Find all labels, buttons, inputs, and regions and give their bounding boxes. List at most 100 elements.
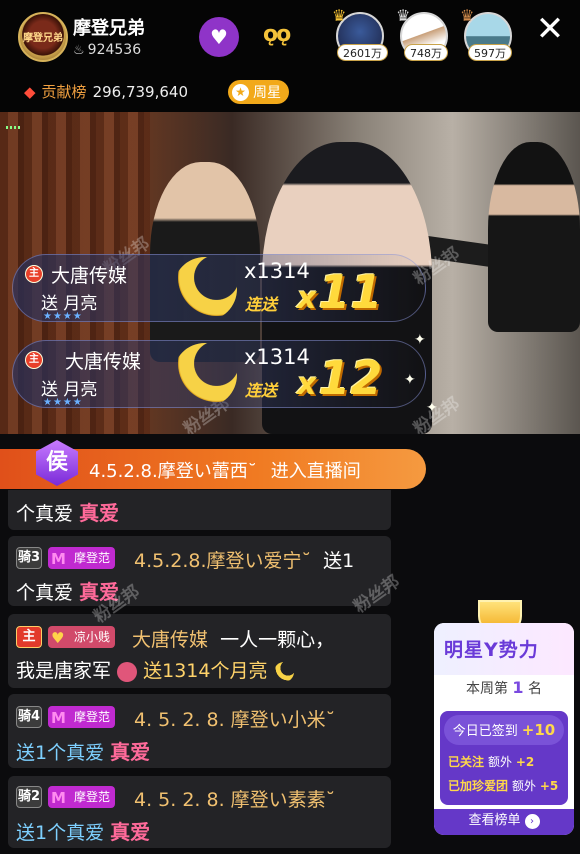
card-title: 明星Y势力: [444, 639, 539, 661]
knight-level-badge: 骑3: [16, 547, 42, 569]
follow-bonus: 已关注 额外 +2: [448, 753, 538, 770]
combo-number: 11: [318, 265, 383, 319]
fan-club-name: 凉小贱: [74, 630, 111, 644]
rating-stars: ★★★★: [43, 311, 83, 322]
fan-club-badge: M 摩登范: [48, 706, 116, 728]
club-bonus: 已加珍爱团 额外 +5: [448, 777, 562, 794]
fan-club-name: 摩登范: [74, 790, 111, 804]
task-box: 今日已签到 +10 已关注 额外 +2 已加珍爱团 额外 +5: [440, 711, 568, 805]
knight-level-badge: 骑2: [16, 786, 42, 808]
gift-sender[interactable]: 大唐传媒: [65, 347, 141, 374]
combo-x: x: [297, 281, 317, 316]
viewers-icon[interactable]: ǫǫ: [263, 22, 303, 54]
chat-line: 送1个真爱 真爱: [16, 736, 150, 765]
true-love-gift-icon: 真爱: [110, 740, 151, 764]
entrance-user[interactable]: 4.5.2.8.摩登い蕾西˘: [89, 461, 257, 482]
gift-banner: 主 大唐传媒 送 月亮 ★★★★ x1314 连送 x11: [12, 254, 426, 322]
gift-banner: 主 大唐传媒 送 月亮 ★★★★ x1314 连送 x12: [12, 340, 426, 408]
host-avatar[interactable]: 摩登兄弟: [18, 12, 68, 62]
contribution-board[interactable]: ◆ 贡献榜 296,739,640: [24, 81, 188, 102]
combo-count: x11: [297, 269, 382, 315]
user-level-badge: 主: [25, 351, 43, 369]
flame-icon: ♨: [73, 43, 85, 58]
chat-username[interactable]: 4.5.2.8.摩登い爱宁˘: [134, 550, 311, 572]
host-name[interactable]: 摩登兄弟: [73, 14, 145, 40]
top-viewer-count-2: 748万: [404, 44, 448, 61]
chat-line: 送1个真爱 真爱: [16, 816, 150, 845]
combo-label: 连送: [245, 381, 278, 400]
chat-action: 送1314个月亮: [143, 660, 268, 682]
diamond-icon: ◆: [24, 83, 36, 101]
chat-line: 4.5.2.8.摩登い爱宁˘ 送1: [134, 546, 354, 573]
checkin-label: 今日已签到: [452, 724, 518, 739]
top-viewer-count-3: 597万: [468, 44, 512, 61]
combo-number: 12: [318, 351, 383, 405]
weekly-rank: 本周第 1 名: [434, 678, 574, 698]
top-viewer-count-1: 2601万: [337, 44, 388, 61]
follow-label: 已关注: [448, 755, 485, 769]
chat-text: 个真爱: [16, 582, 74, 604]
moon-gift-icon: [173, 257, 237, 321]
combo-label: 连送: [245, 295, 278, 314]
fan-club-name: 摩登范: [74, 710, 111, 724]
chat-username[interactable]: 大唐传媒: [132, 629, 208, 651]
chat-message: 主 ♥ 凉小贱 大唐传媒 一人一颗心， 我是唐家军 送1314个月亮: [8, 614, 391, 688]
star-power-card[interactable]: 明星Y势力 本周第 1 名 今日已签到 +10 已关注 额外 +2 已加珍爱团 额外 …: [434, 623, 574, 835]
knight-level-badge: 骑4: [16, 706, 42, 728]
user-level-badge: 主: [25, 265, 43, 283]
signal-dots: [6, 126, 20, 129]
m-icon: M: [51, 709, 66, 727]
checkin-bonus: +10: [521, 721, 556, 739]
m-icon: M: [51, 550, 66, 568]
chat-username[interactable]: 4. 5. 2. 8. 摩登い素素˘: [134, 789, 335, 811]
sparkle-icon: ✦: [426, 400, 438, 416]
contribution-label: 贡献榜: [41, 83, 87, 101]
chat-message: 骑3 M 摩登范 4.5.2.8.摩登い爱宁˘ 送1 个真爱 真爱: [8, 536, 391, 606]
rating-stars: ★★★★: [43, 397, 83, 408]
crown-icon: ♛: [396, 6, 411, 25]
chat-text: 送1个真爱: [16, 742, 105, 764]
chat-line: 4. 5. 2. 8. 摩登い素素˘: [134, 785, 335, 812]
chat-text: 我是唐家军: [16, 660, 112, 682]
contribution-value: 296,739,640: [92, 83, 188, 101]
fans-count-value: 924536: [87, 42, 142, 58]
sparkle-icon: ✦: [414, 332, 426, 348]
chat-message-text: 一人一颗心，: [220, 629, 335, 651]
chat-text: 个真爱: [16, 503, 74, 525]
fan-club-badge: M 摩登范: [48, 786, 116, 808]
rank-suffix: 名: [528, 681, 543, 697]
star-icon: ★: [232, 83, 249, 101]
chat-text: 送1个真爱: [16, 822, 105, 844]
gift-sender[interactable]: 大唐传媒: [51, 261, 127, 288]
chat-line: 个真爱 真爱: [16, 497, 119, 526]
club-bonus-value: +5: [539, 779, 559, 793]
chat-message: 个真爱 真爱: [8, 490, 391, 530]
fan-club-name: 摩登范: [74, 551, 111, 565]
weekly-star-label: 周星: [253, 85, 281, 101]
crown-icon: ♛: [332, 6, 347, 25]
rank-number: 1: [512, 678, 524, 697]
entrance-action: 进入直播间: [270, 461, 361, 482]
live-header: 摩登兄弟 摩登兄弟 ♨ 924536 ♥ ǫǫ ♛ 2601万 ♛ 748万 ♛ …: [0, 0, 580, 112]
emoji-icon: [117, 661, 138, 682]
close-button[interactable]: ✕: [533, 12, 567, 48]
chat-line: 4. 5. 2. 8. 摩登い小米˘: [134, 705, 335, 732]
performer-right: [488, 142, 580, 332]
view-ranking-label: 查看榜单: [468, 813, 521, 828]
combo-count: x12: [297, 355, 382, 401]
heart-wings-icon: ♥: [210, 25, 228, 49]
chat-action: 送1: [323, 550, 355, 572]
entrance-text: 4.5.2.8.摩登い蕾西˘ 进入直播间: [89, 457, 361, 483]
fans-count: ♨ 924536: [73, 42, 141, 58]
weekly-star-button[interactable]: ★ 周星: [228, 80, 289, 104]
view-ranking-button[interactable]: 查看榜单 ›: [434, 809, 574, 835]
checkin-status[interactable]: 今日已签到 +10: [444, 715, 564, 745]
moon-gift-icon: [173, 343, 237, 407]
combo-x: x: [297, 367, 317, 402]
club-label: 已加珍爱团: [448, 779, 509, 793]
rank-prefix: 本周第: [465, 681, 508, 697]
follow-heart-button[interactable]: ♥: [199, 17, 239, 57]
moon-icon: [273, 661, 294, 682]
fan-club-badge: ♥ 凉小贱: [48, 626, 116, 648]
chat-username[interactable]: 4. 5. 2. 8. 摩登い小米˘: [134, 709, 335, 731]
